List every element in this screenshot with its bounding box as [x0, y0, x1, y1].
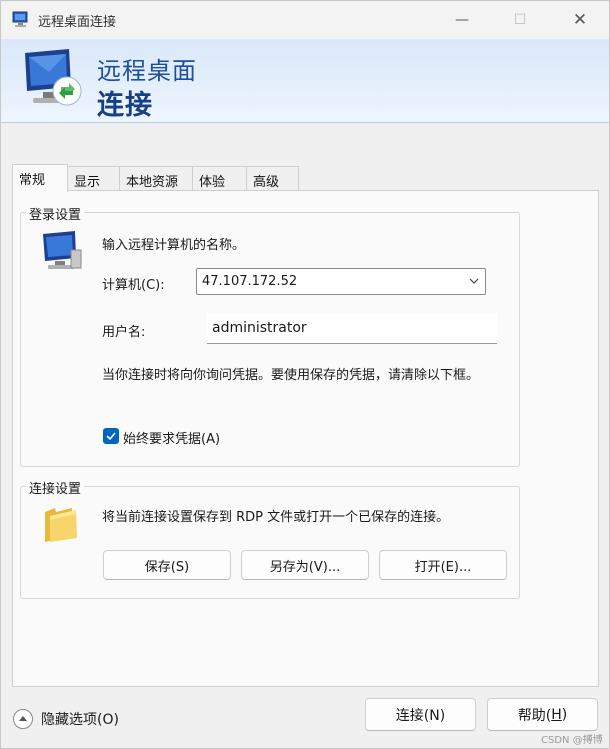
folder-icon — [45, 508, 77, 542]
computer-value: 47.107.172.52 — [202, 274, 298, 289]
tab-experience[interactable]: 体验 — [192, 166, 247, 191]
remote-desktop-window: 远程桌面连接 — ☐ ✕ 远程桌面 连接 常规 显示 本地资源 体验 高级 登录… — [0, 0, 610, 749]
help-accelerator: H — [551, 706, 562, 723]
username-label: 用户名: — [102, 325, 146, 340]
computer-icon — [43, 231, 82, 269]
window-title: 远程桌面连接 — [38, 15, 117, 30]
tab-panel-general: 登录设置 输入远程计算机的名称。 计算机(C): 47.107.172.52 用… — [12, 190, 599, 687]
watermark: CSDN @搏博 — [541, 735, 603, 746]
banner-title: 远程桌面 — [97, 57, 197, 85]
tab-advanced[interactable]: 高级 — [246, 166, 299, 191]
close-button[interactable]: ✕ — [551, 1, 609, 39]
computer-label: 计算机(C): — [102, 278, 165, 293]
tab-general[interactable]: 常规 — [12, 164, 68, 192]
minimize-button[interactable]: — — [433, 1, 491, 39]
connection-settings-legend: 连接设置 — [26, 478, 85, 497]
connection-description: 将当前连接设置保存到 RDP 文件或打开一个已保存的连接。 — [102, 510, 450, 525]
hide-options-label[interactable]: 隐藏选项(O) — [41, 709, 119, 729]
always-ask-credentials-checkbox[interactable] — [103, 428, 119, 444]
computer-combobox[interactable]: 47.107.172.52 — [196, 268, 486, 295]
banner-subtitle: 连接 — [97, 90, 153, 121]
maximize-button[interactable]: ☐ — [491, 1, 549, 39]
chevron-up-icon[interactable] — [13, 709, 33, 729]
title-bar: 远程桌面连接 — ☐ ✕ — [1, 1, 609, 39]
help-button[interactable]: 帮助(H) — [487, 698, 598, 731]
checkmark-icon — [106, 432, 116, 441]
banner: 远程桌面 连接 — [1, 39, 609, 123]
chevron-down-icon[interactable] — [469, 276, 479, 286]
help-label: 帮助( — [517, 707, 552, 724]
save-as-button[interactable]: 另存为(V)... — [241, 550, 369, 580]
connection-settings-group: 连接设置 将当前连接设置保存到 RDP 文件或打开一个已保存的连接。 保存(S)… — [20, 478, 520, 599]
tab-display[interactable]: 显示 — [67, 166, 120, 191]
credentials-note: 当你连接时将向你询问凭据。要使用保存的凭据，请清除以下框。 — [102, 368, 480, 383]
computer-prompt: 输入远程计算机的名称。 — [102, 238, 246, 253]
hide-options-toggle[interactable]: 隐藏选项(O) — [13, 709, 119, 729]
open-button[interactable]: 打开(E)... — [379, 550, 507, 580]
always-ask-credentials-label[interactable]: 始终要求凭据(A) — [123, 428, 220, 447]
help-label-end: ) — [561, 706, 568, 723]
save-button[interactable]: 保存(S) — [103, 550, 231, 580]
login-settings-legend: 登录设置 — [26, 204, 85, 223]
username-input[interactable]: administrator — [207, 314, 497, 344]
login-settings-group: 登录设置 输入远程计算机的名称。 计算机(C): 47.107.172.52 用… — [20, 204, 520, 467]
remote-desktop-icon — [12, 11, 28, 27]
remote-desktop-monitor-icon — [25, 49, 82, 106]
connect-button[interactable]: 连接(N) — [365, 698, 476, 731]
username-value: administrator — [212, 320, 307, 336]
tab-local-resources[interactable]: 本地资源 — [119, 166, 193, 191]
